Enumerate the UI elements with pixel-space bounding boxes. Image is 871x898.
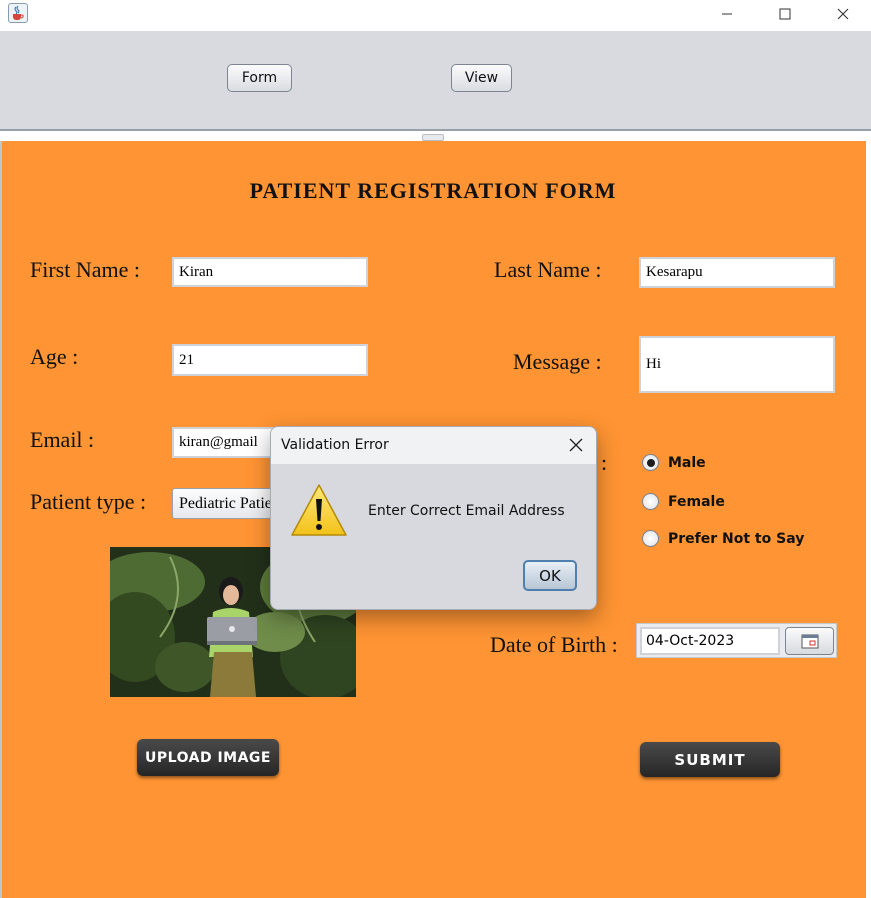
gender-label: : <box>601 450 608 475</box>
message-label: Message : <box>513 349 602 374</box>
age-input[interactable]: 21 <box>172 344 368 376</box>
message-textarea[interactable]: Hi <box>639 336 835 393</box>
first-name-input[interactable]: Kiran <box>172 257 368 287</box>
gender-option-label: Male <box>668 454 706 471</box>
calendar-button[interactable] <box>785 627 834 655</box>
first-name-label: First Name : <box>30 257 140 282</box>
form-title: PATIENT REGISTRATION FORM <box>249 178 617 203</box>
upload-image-button[interactable]: UPLOAD IMAGE <box>137 739 279 776</box>
calendar-icon <box>801 634 818 649</box>
patient-type-select[interactable]: Pediatric Patient <box>172 488 282 519</box>
patient-type-label: Patient type : <box>30 489 147 514</box>
dialog-close-button[interactable] <box>560 431 592 459</box>
java-cup-icon <box>8 3 28 23</box>
last-name-input[interactable]: Kesarapu <box>639 257 835 288</box>
radio-button[interactable] <box>642 530 659 547</box>
validation-error-dialog: Validation Error Enter Correct Email Add… <box>270 426 597 610</box>
panel-edge <box>866 141 871 898</box>
close-icon <box>569 438 583 452</box>
minimize-icon <box>722 13 732 15</box>
gender-radio-female[interactable]: Female <box>642 493 725 510</box>
radio-button-selected[interactable] <box>642 454 659 471</box>
submit-button[interactable]: SUBMIT <box>640 742 780 777</box>
gender-radio-male[interactable]: Male <box>642 454 706 471</box>
email-label: Email : <box>30 427 95 452</box>
dob-label: Date of Birth : <box>490 632 618 657</box>
maximize-icon <box>779 8 791 20</box>
email-input[interactable]: kiran@gmail <box>172 427 282 458</box>
age-label: Age : <box>30 344 79 369</box>
warning-icon <box>290 482 348 542</box>
dob-input[interactable]: 04-Oct-2023 <box>640 627 780 655</box>
dialog-message: Enter Correct Email Address <box>368 503 565 519</box>
minimize-button[interactable] <box>705 0 749 28</box>
last-name-label: Last Name : <box>494 257 602 282</box>
gender-option-label: Female <box>668 493 725 510</box>
toolbar <box>0 31 871 131</box>
view-button[interactable]: View <box>451 64 512 92</box>
radio-button[interactable] <box>642 493 659 510</box>
ok-button[interactable]: OK <box>523 560 577 591</box>
dialog-title: Validation Error <box>281 437 389 453</box>
maximize-button[interactable] <box>763 0 807 28</box>
form-button[interactable]: Form <box>227 64 292 92</box>
close-icon <box>837 8 849 20</box>
gender-option-label: Prefer Not to Say <box>668 530 805 547</box>
gender-radio-prefer-not-to-say[interactable]: Prefer Not to Say <box>642 530 804 547</box>
split-pane-divider[interactable] <box>422 134 444 141</box>
window-close-button[interactable] <box>821 0 865 28</box>
